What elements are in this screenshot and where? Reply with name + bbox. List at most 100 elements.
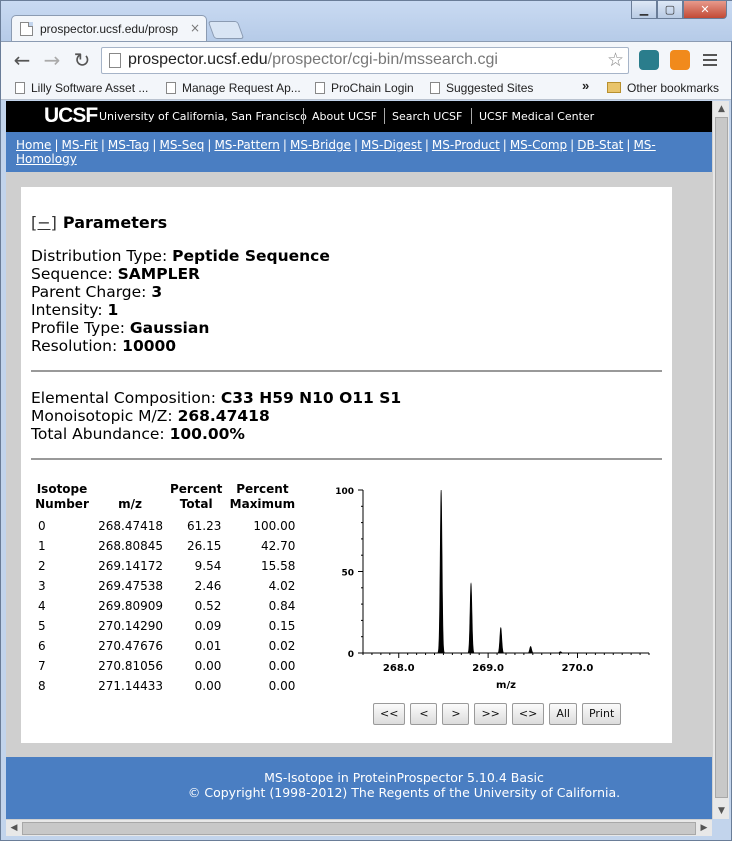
- isotope-table-body: 0 268.47418 61.23 100.00 1 268.80845 26.15 42.7…: [31, 516, 299, 696]
- bookmarks-bar: Lilly Software Asset ... Manage Request …: [1, 78, 731, 100]
- minimize-button[interactable]: ▁: [631, 1, 657, 19]
- other-bookmarks-label: Other bookmarks: [627, 81, 720, 95]
- bookmark-star-icon[interactable]: ☆: [607, 49, 624, 71]
- pan-right-button[interactable]: >: [442, 703, 470, 725]
- cell-mz: 268.80845: [98, 539, 163, 553]
- scroll-left-arrow-icon[interactable]: ◀: [6, 820, 22, 837]
- divider: [384, 108, 385, 124]
- forward-arrow-icon[interactable]: →: [39, 48, 65, 72]
- divider: [31, 458, 662, 460]
- isotope-distribution-chart: 100 50 0 268.0 269.0 270.0 m/z: [335, 487, 650, 691]
- new-tab-button[interactable]: [207, 21, 245, 39]
- table-row: 0 268.47418 61.23 100.00: [31, 516, 299, 536]
- nav-ms-fit[interactable]: MS-Fit: [61, 138, 97, 152]
- cell-isotope-number: 7: [38, 659, 46, 673]
- nav-ms-product[interactable]: MS-Product: [432, 138, 500, 152]
- nav-home[interactable]: Home: [16, 138, 51, 152]
- cell-mz: 269.47538: [98, 579, 163, 593]
- tab-active[interactable]: prospector.ucsf.edu/prosp ×: [11, 15, 207, 42]
- extension-icon[interactable]: [639, 50, 659, 70]
- rss-feed-icon[interactable]: [670, 50, 690, 70]
- param-label: Distribution Type:: [31, 247, 168, 265]
- pan-left-button[interactable]: <: [410, 703, 438, 725]
- ucsf-link-search[interactable]: Search UCSF: [392, 110, 462, 123]
- folder-icon: [607, 82, 621, 93]
- scroll-down-arrow-icon[interactable]: ▼: [713, 803, 730, 819]
- param-value: Peptide Sequence: [172, 247, 330, 265]
- ucsf-link-about[interactable]: About UCSF: [312, 110, 377, 123]
- bookmark-item[interactable]: Manage Request Ap...: [166, 81, 301, 95]
- close-window-button[interactable]: ✕: [683, 1, 727, 19]
- collapse-toggle[interactable]: [−]: [31, 213, 57, 232]
- reload-icon[interactable]: ↻: [69, 48, 95, 72]
- monoisotopic-mz: Monoisotopic M/Z: 268.47418: [31, 407, 270, 425]
- table-row: 5 270.14290 0.09 0.15: [31, 616, 299, 636]
- scroll-up-arrow-icon[interactable]: ▲: [713, 101, 730, 117]
- bookmark-item[interactable]: ProChain Login: [315, 81, 414, 95]
- tab-bar: prospector.ucsf.edu/prosp × ▁ ▢ ✕: [1, 1, 732, 42]
- parameters-title: Parameters: [62, 213, 168, 232]
- nav-ms-cutoff[interactable]: MS-: [633, 138, 655, 152]
- back-arrow-icon[interactable]: ←: [9, 48, 35, 72]
- nav-ms-tag[interactable]: MS-Tag: [108, 138, 150, 152]
- param-value: C33 H59 N10 O11 S1: [220, 389, 402, 407]
- cell-mz: 268.47418: [98, 519, 163, 533]
- cell-mz: 269.14172: [98, 559, 163, 573]
- page-icon: [430, 82, 440, 94]
- nav-homology[interactable]: Homology: [16, 152, 77, 166]
- show-all-button[interactable]: All: [549, 703, 577, 725]
- isotope-peak: [437, 489, 446, 654]
- nav-db-stat[interactable]: DB-Stat: [577, 138, 623, 152]
- cell-percent-maximum: 42.70: [261, 539, 296, 553]
- cell-percent-total: 26.15: [187, 539, 222, 553]
- chrome-menu-icon[interactable]: [703, 54, 717, 69]
- address-bar[interactable]: prospector.ucsf.edu/prospector/cgi-bin/m…: [101, 47, 629, 74]
- bookmark-label: ProChain Login: [331, 81, 414, 95]
- bookmark-label: Lilly Software Asset ...: [31, 81, 149, 95]
- isotope-peak: [466, 582, 476, 654]
- cell-isotope-number: 0: [38, 519, 46, 533]
- cell-percent-maximum: 4.02: [268, 579, 296, 593]
- scroll-thumb[interactable]: [715, 117, 728, 798]
- nav-ms-comp[interactable]: MS-Comp: [510, 138, 567, 152]
- nav-ms-seq[interactable]: MS-Seq: [159, 138, 204, 152]
- bookmarks-overflow-chevron[interactable]: »: [582, 78, 589, 93]
- bookmark-item[interactable]: Lilly Software Asset ...: [15, 81, 148, 95]
- nav-ms-pattern[interactable]: MS-Pattern: [214, 138, 279, 152]
- cell-percent-maximum: 0.00: [268, 679, 296, 693]
- print-button[interactable]: Print: [581, 703, 622, 725]
- page-favicon-icon: [20, 22, 33, 36]
- ucsf-link-medical-center[interactable]: UCSF Medical Center: [479, 110, 594, 123]
- horizontal-scrollbar[interactable]: ◀ ▶: [6, 819, 712, 836]
- url-path: /prospector/cgi-bin/mssearch.cgi: [267, 51, 498, 68]
- nav-ms-bridge[interactable]: MS-Bridge: [290, 138, 351, 152]
- cell-mz: 270.81056: [98, 659, 163, 673]
- vertical-scrollbar[interactable]: ▲ ▼: [712, 101, 729, 819]
- zoom-out-far-button[interactable]: <<: [373, 703, 406, 725]
- param-label: Total Abundance:: [31, 425, 165, 443]
- ucsf-logo[interactable]: UCSF: [44, 104, 98, 128]
- expand-button[interactable]: <>: [511, 703, 545, 725]
- cell-isotope-number: 3: [38, 579, 46, 593]
- ucsf-link-university[interactable]: University of California, San Francisco: [99, 110, 307, 123]
- table-row: 6 270.47676 0.01 0.02: [31, 636, 299, 656]
- nav-ms-digest[interactable]: MS-Digest: [361, 138, 422, 152]
- cell-percent-total: 2.46: [194, 579, 222, 593]
- param-value: Gaussian: [129, 319, 210, 337]
- scroll-thumb[interactable]: [22, 822, 696, 835]
- browser-toolbar: ← → ↻ prospector.ucsf.edu/prospector/cgi…: [1, 41, 731, 78]
- tab-close-icon[interactable]: ×: [190, 21, 200, 35]
- url-text[interactable]: prospector.ucsf.edu/prospector/cgi-bin/m…: [128, 51, 498, 69]
- bookmark-item[interactable]: Suggested Sites: [430, 81, 533, 95]
- x-tick-label: 268.0: [383, 663, 415, 674]
- program-nav: Home | MS-Fit | MS-Tag | MS-Seq | MS-Pattern | MS-…: [6, 132, 712, 172]
- pan-right-far-button[interactable]: >>: [474, 703, 507, 725]
- scroll-right-arrow-icon[interactable]: ▶: [696, 820, 712, 837]
- isotope-table: Isotope Number m/z Percent Total Percent…: [31, 482, 299, 696]
- x-axis-label: m/z: [496, 680, 516, 691]
- browser-window: prospector.ucsf.edu/prosp × ▁ ▢ ✕ ← → ↻ …: [0, 0, 732, 841]
- other-bookmarks[interactable]: Other bookmarks: [607, 81, 719, 95]
- page-footer: MS-Isotope in ProteinProspector 5.10.4 B…: [6, 757, 712, 819]
- table-row: 3 269.47538 2.46 4.02: [31, 576, 299, 596]
- maximize-button[interactable]: ▢: [657, 1, 683, 19]
